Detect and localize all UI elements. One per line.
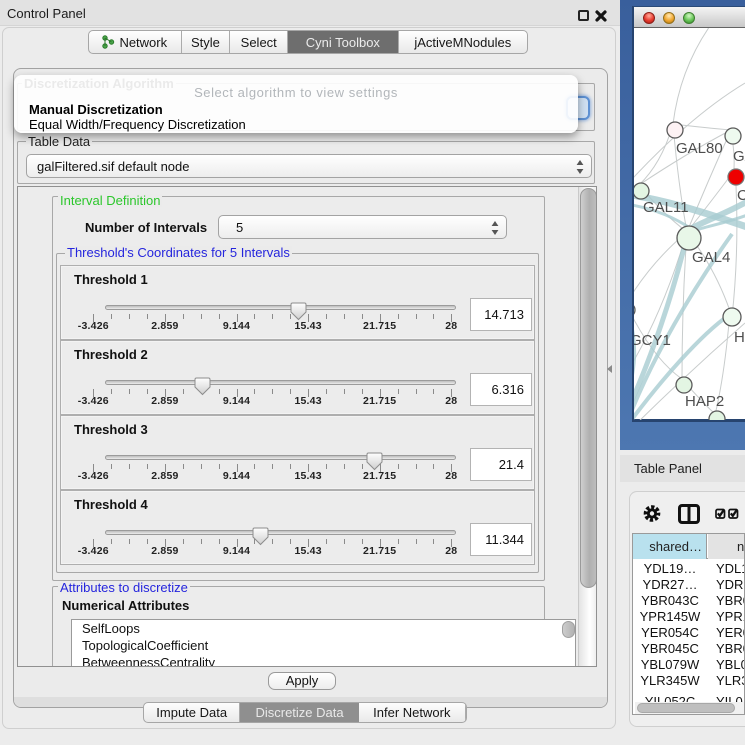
svg-text:GAL11: GAL11 — [643, 199, 689, 216]
svg-text:GA: GA — [733, 148, 745, 165]
svg-text:GAL80: GAL80 — [676, 140, 723, 157]
svg-text:GAL4: GAL4 — [692, 249, 730, 266]
svg-text:GCY1: GCY1 — [634, 332, 671, 349]
svg-text:HAP2: HAP2 — [685, 393, 724, 410]
svg-text:C: C — [737, 187, 745, 204]
svg-text:H: H — [734, 329, 745, 346]
